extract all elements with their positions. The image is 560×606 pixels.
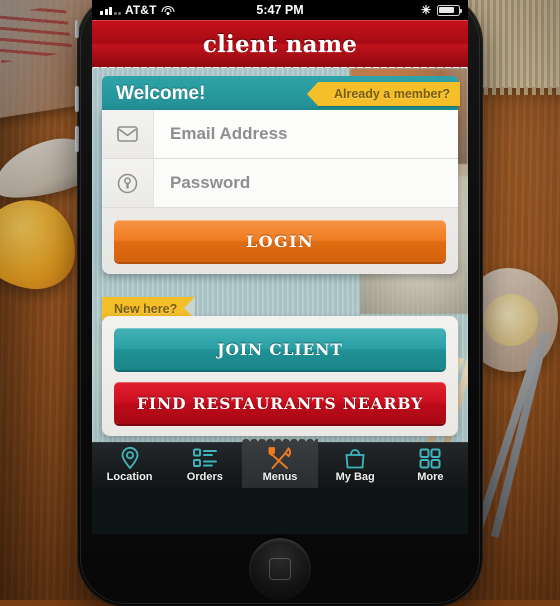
tab-menus[interactable]: Menus [242, 437, 318, 488]
tab-orders-label: Orders [186, 471, 223, 483]
login-button[interactable]: LOGIN [114, 220, 446, 262]
keyhole-icon [102, 159, 154, 207]
home-button[interactable] [249, 538, 311, 600]
volume-up-button[interactable] [75, 86, 79, 112]
join-client-button[interactable]: JOIN CLIENT [114, 328, 446, 370]
status-bar-right: ✳ [420, 3, 463, 17]
find-restaurants-button[interactable]: FIND RESTAURANTS NEARBY [114, 382, 446, 424]
new-here-label: New here? [114, 301, 178, 316]
chopstick-prop-a [490, 332, 550, 538]
phone-device: AT&T 5:47 PM ✳ client name Welcome! Alre… [75, 0, 482, 606]
phone-screen: AT&T 5:47 PM ✳ client name Welcome! Alre… [92, 0, 468, 534]
status-bar-left: AT&T [100, 3, 175, 17]
tab-my-bag[interactable]: My Bag [318, 442, 393, 488]
silent-switch[interactable] [75, 20, 79, 38]
list-icon [192, 447, 217, 469]
food-piece-prop [0, 193, 82, 295]
page-title: client name [202, 30, 358, 58]
tab-my-bag-label: My Bag [335, 471, 375, 483]
password-field-row[interactable]: Password [102, 159, 458, 208]
welcome-bar: Welcome! Already a member? [102, 76, 460, 112]
tab-location[interactable]: Location [92, 442, 167, 488]
login-card: Email Address Password LOGIN [102, 110, 458, 274]
app-header: client name [92, 20, 468, 74]
envelope-icon [102, 110, 154, 158]
tab-more-label: More [417, 471, 444, 483]
tab-location-label: Location [106, 471, 153, 483]
wifi-icon [161, 5, 175, 16]
tab-bar: Location Orders Menus My Bag More [92, 437, 468, 488]
shopping-bag-icon [344, 447, 366, 469]
email-field-row[interactable]: Email Address [102, 110, 458, 159]
fork-knife-icon [267, 447, 293, 469]
welcome-title: Welcome! [116, 83, 206, 104]
grid-icon [419, 447, 441, 469]
status-bar: AT&T 5:47 PM ✳ [92, 0, 468, 20]
password-placeholder: Password [170, 173, 251, 192]
tab-more[interactable]: More [393, 442, 468, 488]
map-pin-icon [120, 447, 140, 469]
already-member-ribbon[interactable]: Already a member? [306, 82, 460, 106]
carrier-label: AT&T [125, 3, 157, 17]
signal-bars-icon [100, 6, 121, 15]
email-placeholder: Email Address [170, 124, 288, 143]
tab-orders[interactable]: Orders [167, 442, 242, 488]
bluetooth-icon: ✳ [420, 3, 431, 17]
volume-down-button[interactable] [75, 126, 79, 152]
tab-menus-label: Menus [262, 471, 298, 483]
signup-card: JOIN CLIENT FIND RESTAURANTS NEARBY [102, 316, 458, 436]
battery-icon [437, 4, 463, 16]
app-content: Welcome! Already a member? Email Address [92, 68, 468, 488]
